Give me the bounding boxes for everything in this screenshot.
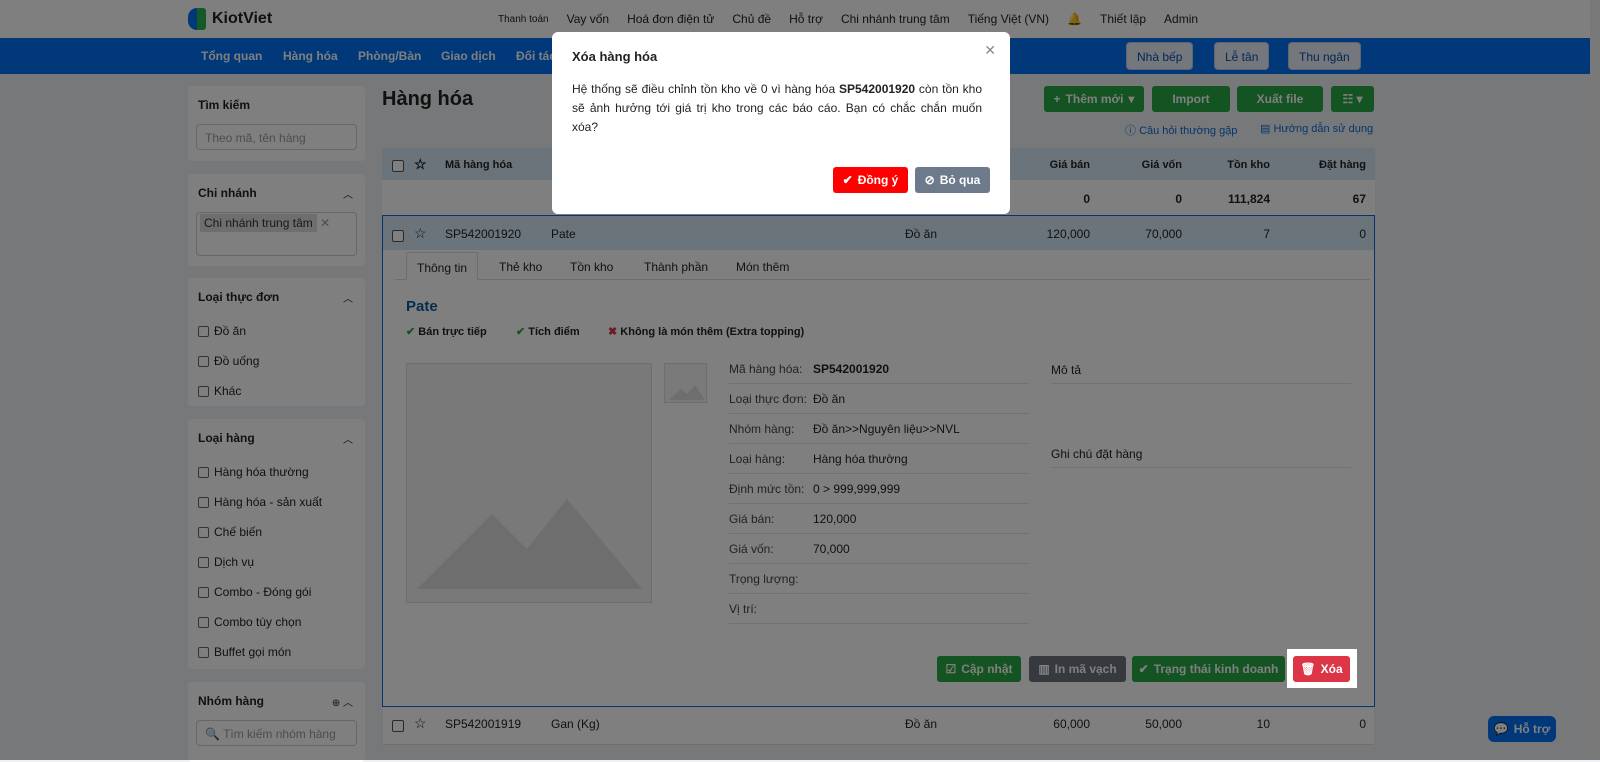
cancel-button[interactable]: ⊘ Bỏ qua (915, 167, 990, 193)
close-icon[interactable]: ✕ (984, 42, 996, 59)
delete-button[interactable]: 🗑 Xóa (1293, 656, 1350, 682)
delete-confirm-dialog: Xóa hàng hóa ✕ Hệ thống sẽ điều chỉnh tồ… (552, 32, 1010, 214)
dialog-message: Hệ thống sẽ điều chỉnh tồn kho về 0 vì h… (572, 82, 982, 134)
dialog-title: Xóa hàng hóa (572, 49, 658, 64)
confirm-button[interactable]: ✔ Đồng ý (833, 167, 908, 193)
